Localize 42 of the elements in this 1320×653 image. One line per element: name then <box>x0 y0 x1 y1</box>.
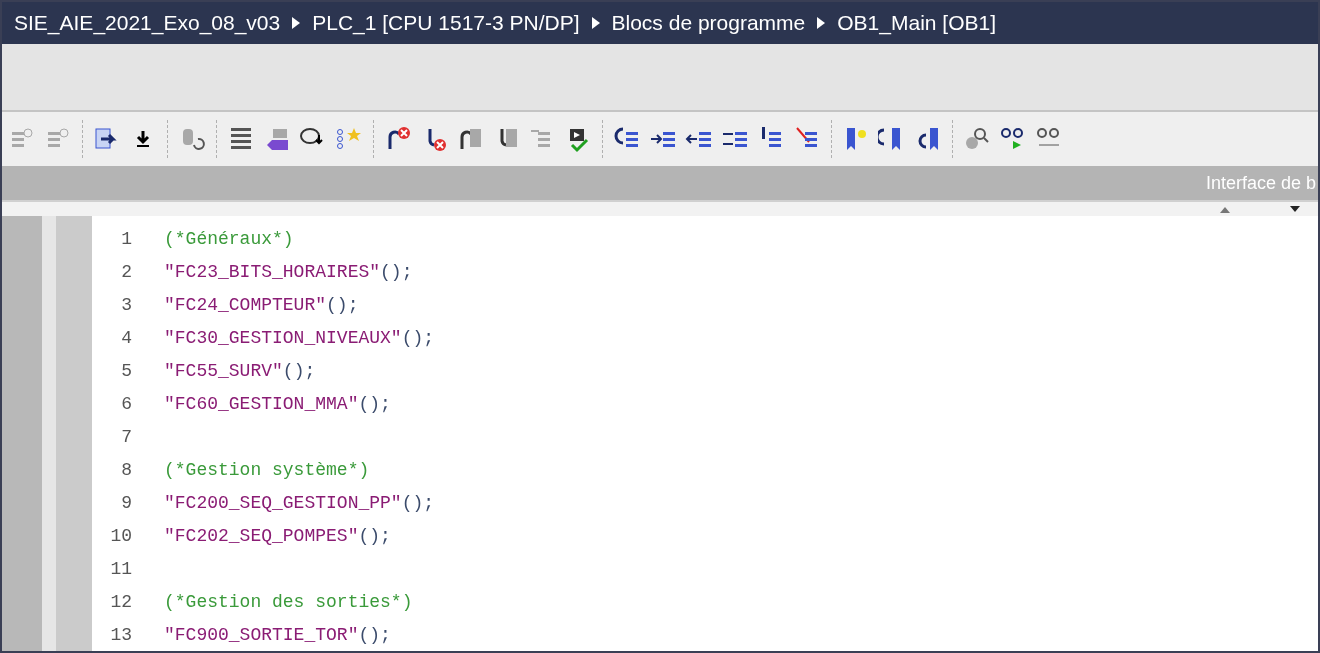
code-block-name: "FC200_SEQ_GESTION_PP" <box>164 492 402 513</box>
code-punctuation: (); <box>380 261 413 282</box>
breadcrumb-item[interactable]: Blocs de programme <box>611 11 806 35</box>
code-block-name: "FC55_SURV" <box>164 360 283 381</box>
code-punctuation: (); <box>282 360 316 381</box>
code-block-name: "FC60_GESTION_MMA" <box>164 393 359 414</box>
line-number: 10 <box>109 525 132 546</box>
line-number: 2 <box>120 261 132 282</box>
panel-header: Interface de b <box>1205 172 1317 194</box>
chevron-right-icon <box>591 17 600 29</box>
chevron-right-icon <box>292 17 301 29</box>
line-number: 13 <box>109 624 132 645</box>
code-punctuation: (); <box>401 492 435 513</box>
line-number: 1 <box>120 228 132 249</box>
code-comment: (*Gestion système*) <box>164 459 370 480</box>
line-number: 11 <box>109 558 132 579</box>
code-punctuation: (); <box>401 327 435 348</box>
line-number: 12 <box>109 591 132 612</box>
breadcrumb-item[interactable]: SIE_AIE_2021_Exo_08_v03 <box>14 11 281 35</box>
line-number: 9 <box>120 492 132 513</box>
breadcrumb-item[interactable]: PLC_1 [CPU 1517-3 PN/DP] <box>312 11 580 35</box>
caret-down-icon[interactable] <box>1290 205 1300 213</box>
line-number: 5 <box>120 360 132 381</box>
chevron-right-icon <box>817 17 826 29</box>
code-punctuation: (); <box>358 624 391 645</box>
line-number: 4 <box>120 327 132 348</box>
code-block-name: "FC202_SEQ_POMPES" <box>164 525 359 546</box>
breadcrumb-item[interactable]: OB1_Main [OB1] <box>837 11 996 35</box>
code-block-name: "FC30_GESTION_NIVEAUX" <box>164 327 402 348</box>
code-block-name: "FC900_SORTIE_TOR" <box>164 624 359 645</box>
code-block-name: "FC23_BITS_HORAIRES" <box>164 261 381 282</box>
code-punctuation: (); <box>358 525 391 546</box>
code-punctuation: (); <box>358 393 391 414</box>
code-block-name: "FC24_COMPTEUR" <box>164 294 327 315</box>
line-number: 6 <box>120 393 132 414</box>
code-comment: (*Gestion des sorties*) <box>164 591 413 612</box>
code-punctuation: (); <box>326 294 359 315</box>
code-comment: (*Généraux*) <box>164 228 294 249</box>
line-number: 3 <box>120 294 132 315</box>
line-number: 8 <box>120 459 132 480</box>
line-number: 7 <box>120 426 132 447</box>
caret-up-icon[interactable] <box>1220 205 1230 213</box>
